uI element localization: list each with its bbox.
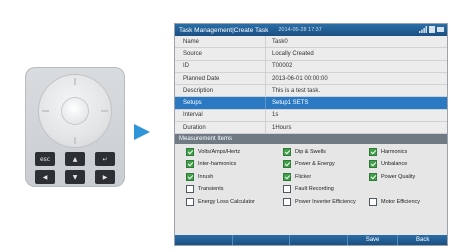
field-value: T00002	[272, 63, 293, 70]
battery-icon	[437, 27, 444, 32]
bottom-bar: Save Back	[175, 235, 447, 245]
field-label: ID	[175, 60, 266, 72]
measurement-item[interactable]: Power Quality	[369, 170, 447, 183]
measurement-item-label: Flicker	[295, 173, 312, 180]
measurement-item-label: Inter-harmonics	[198, 161, 237, 168]
checkbox-checked-icon[interactable]	[369, 147, 377, 156]
measurement-item-label: Unbalance	[381, 161, 408, 168]
measurement-item-label: Harmonics	[381, 148, 408, 155]
field-label: Duration	[175, 122, 266, 134]
measurement-item-label: Power Inverter Efficiency	[295, 198, 356, 205]
window-title: Task Management|Create Task	[179, 26, 269, 34]
field-label: Planned Date	[175, 72, 266, 85]
checkbox-unchecked-icon[interactable]	[369, 197, 377, 206]
field-row-setups[interactable]: Setups Setup1 SETS	[175, 97, 447, 110]
field-value: This is a test task.	[272, 87, 321, 94]
arrow-right-icon	[134, 124, 150, 140]
checkbox-checked-icon[interactable]	[283, 172, 291, 181]
field-value: Setup1 SETS	[272, 100, 309, 107]
field-value: 2013-06-01 00:00:00	[272, 75, 328, 82]
measurement-item[interactable]: Volts/Amps/Hertz	[186, 145, 283, 158]
up-key[interactable]: ▲	[65, 152, 85, 166]
checkbox-checked-icon[interactable]	[369, 172, 377, 181]
measurement-item[interactable]: Harmonics	[369, 145, 447, 158]
measurement-item[interactable]: Dip & Swells	[283, 145, 369, 158]
field-row-id[interactable]: ID T00002	[175, 60, 447, 73]
checkbox-checked-icon[interactable]	[283, 160, 291, 169]
field-label: Setups	[175, 97, 266, 109]
down-key[interactable]: ▼	[65, 170, 85, 184]
checkbox-checked-icon[interactable]	[369, 160, 377, 169]
field-value: Task0	[272, 38, 288, 45]
field-label: Name	[175, 36, 266, 48]
checkbox-checked-icon[interactable]	[186, 147, 194, 156]
right-key[interactable]: ▶	[95, 170, 115, 184]
softkey-1[interactable]	[175, 235, 233, 245]
measurement-item-label: Fault Recording	[295, 186, 334, 193]
enter-key[interactable]: ↵	[95, 152, 115, 166]
measurement-item[interactable]: Fault Recording	[283, 183, 369, 196]
field-row-interval[interactable]: Interval 1s	[175, 109, 447, 123]
device-keypad: esc ▲ ↵ ◀ ▼ ▶	[25, 67, 125, 187]
measurement-item[interactable]: Energy Loss Calculator	[186, 195, 283, 208]
softkey-2[interactable]	[233, 235, 291, 245]
measurement-item-label: Inrush	[198, 173, 214, 180]
back-button[interactable]: Back	[398, 235, 447, 245]
measurement-item-label: Dip & Swells	[295, 148, 326, 155]
rotary-dial[interactable]	[39, 75, 111, 147]
checkbox-checked-icon[interactable]	[283, 147, 291, 156]
measurement-item[interactable]: Flicker	[283, 170, 369, 183]
checkbox-unchecked-icon[interactable]	[283, 197, 291, 206]
field-label: Source	[175, 48, 266, 60]
checkbox-checked-icon[interactable]	[186, 172, 194, 181]
measurement-item[interactable]: Power Inverter Efficiency	[283, 195, 369, 208]
measurement-items: Volts/Amps/Hertz Dip & Swells Harmonics Int…	[175, 144, 447, 208]
field-value: Locally Created	[272, 50, 314, 57]
datetime: 2014-05-28 17:37	[278, 27, 322, 33]
measurement-item-label: Motor Efficiency	[381, 198, 421, 205]
field-value: 1Hours	[272, 124, 292, 131]
esc-key[interactable]: esc	[35, 152, 55, 166]
softkey-3[interactable]	[290, 235, 348, 245]
measurement-item	[369, 183, 447, 196]
measurement-item-label: Transients	[198, 186, 224, 193]
measurement-item-label: Energy Loss Calculator	[198, 198, 255, 205]
measurement-items-header: Measurement Items	[175, 134, 447, 145]
measurement-item-label: Volts/Amps/Hertz	[198, 148, 241, 155]
measurement-item[interactable]: Inrush	[186, 170, 283, 183]
checkbox-unchecked-icon[interactable]	[186, 197, 194, 206]
measurement-item-label: Power & Energy	[295, 161, 335, 168]
status-icons	[419, 26, 444, 33]
task-fields: Name Task0 Source Locally Created ID T00002…	[175, 36, 447, 135]
field-row-name[interactable]: Name Task0	[175, 36, 447, 49]
checkbox-unchecked-icon[interactable]	[283, 185, 291, 194]
field-row-source[interactable]: Source Locally Created	[175, 48, 447, 61]
title-bar: Task Management|Create Task 2014-05-28 1…	[175, 24, 447, 36]
field-row-duration[interactable]: Duration 1Hours	[175, 122, 447, 135]
save-button[interactable]: Save	[348, 235, 399, 245]
measurement-item[interactable]: Transients	[186, 183, 283, 196]
checkbox-checked-icon[interactable]	[186, 160, 194, 169]
field-label: Description	[175, 85, 266, 97]
measurement-item[interactable]: Unbalance	[369, 158, 447, 171]
field-row-description[interactable]: Description This is a test task.	[175, 85, 447, 98]
measurement-item[interactable]: Motor Efficiency	[369, 195, 447, 208]
sd-card-icon	[429, 26, 435, 33]
left-key[interactable]: ◀	[35, 170, 55, 184]
measurement-item-label: Power Quality	[381, 173, 416, 180]
dial-center-button[interactable]	[62, 98, 88, 124]
measurement-item[interactable]: Inter-harmonics	[186, 158, 283, 171]
field-row-planned-date[interactable]: Planned Date 2013-06-01 00:00:00	[175, 72, 447, 86]
field-value: 1s	[272, 112, 279, 119]
signal-icon	[419, 26, 427, 33]
checkbox-unchecked-icon[interactable]	[186, 185, 194, 194]
measurement-item[interactable]: Power & Energy	[283, 158, 369, 171]
device-screen: Task Management|Create Task 2014-05-28 1…	[174, 23, 448, 246]
field-label: Interval	[175, 109, 266, 122]
